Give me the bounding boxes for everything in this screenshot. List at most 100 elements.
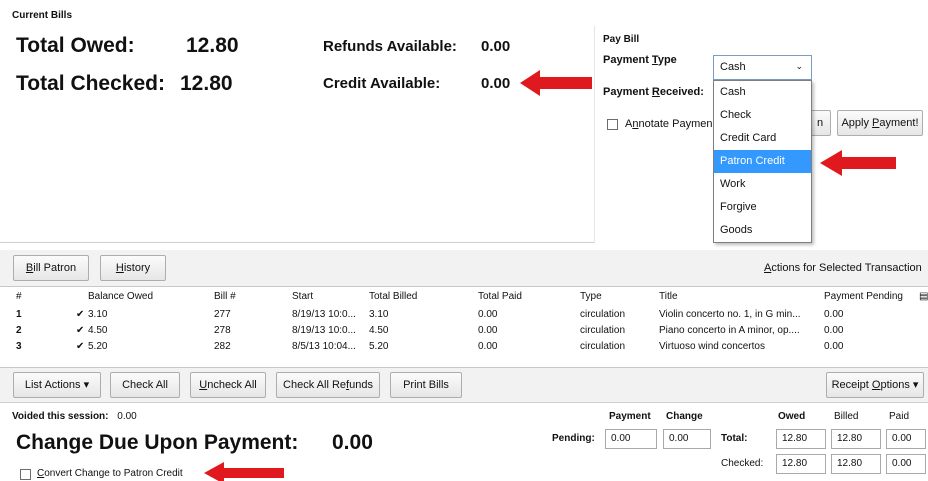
annotate-payment-checkbox[interactable]	[607, 119, 618, 130]
total-billed-cell: 4.50	[369, 325, 389, 336]
payment-received-label: Payment Received:	[603, 86, 704, 98]
balance-owed-cell: 4.50	[88, 325, 108, 336]
change-due-value: 0.00	[332, 431, 373, 454]
total-billed-cell: 3.10	[369, 309, 389, 320]
payment-type-select[interactable]: Cash ⌄	[713, 55, 812, 80]
actions-label: ctions for Selected Transaction	[771, 262, 922, 274]
payment-received-label-mnemonic: R	[651, 86, 660, 98]
option-credit-card[interactable]: Credit Card	[714, 127, 811, 150]
annotate-payment-label[interactable]: Annotate Paymen	[625, 118, 712, 130]
bill-num-cell: 282	[214, 341, 231, 352]
actions-for-selected-transactions[interactable]: Actions for Selected Transaction	[764, 262, 922, 274]
history-button[interactable]: History	[100, 255, 166, 281]
bottom-toolbar: List Actions ▾ Check All Uncheck All Che…	[0, 368, 928, 402]
col-header-title[interactable]: Title	[659, 291, 678, 302]
title-cell: Virtuoso wind concertos	[659, 341, 765, 352]
bill-patron-label: ill Patron	[33, 262, 77, 274]
type-cell: circulation	[580, 309, 626, 320]
apply-payment-button[interactable]: Apply Payment!	[837, 110, 923, 136]
payment-type-label-post: ype	[657, 54, 677, 66]
option-work[interactable]: Work	[714, 173, 811, 196]
paid-header: Paid	[889, 411, 910, 422]
row-num: 3	[16, 341, 22, 352]
option-check[interactable]: Check	[714, 104, 811, 127]
col-header-total-paid[interactable]: Total Paid	[478, 291, 522, 302]
payment-pending-cell: 0.00	[824, 325, 844, 336]
left-arrow-icon	[820, 150, 896, 176]
payment-pending-cell: 0.00	[824, 309, 844, 320]
balance-owed-cell: 5.20	[88, 341, 108, 352]
option-patron-credit[interactable]: Patron Credit	[714, 150, 811, 173]
type-cell: circulation	[580, 341, 626, 352]
uncheck-all-button[interactable]: Uncheck All	[190, 372, 266, 398]
total-checked-label: Total Checked:	[16, 72, 165, 95]
col-header-start[interactable]: Start	[292, 291, 313, 302]
table-row[interactable]: 1 ✔ 3.10 277 8/19/13 10:0... 3.10 0.00 c…	[0, 309, 928, 324]
left-arrow-icon	[520, 70, 592, 96]
table-row[interactable]: 3 ✔ 5.20 282 8/5/13 10:04... 5.20 0.00 c…	[0, 341, 928, 356]
history-mnemonic: H	[115, 262, 124, 274]
grid-header-row: # Balance Owed Bill # Start Total Billed…	[0, 291, 928, 306]
refunds-available-value: 0.00	[481, 38, 511, 55]
receipt-options-pre: Receipt	[831, 379, 872, 391]
total-owed-value: 12.80	[186, 34, 239, 57]
pending-change-field[interactable]: 0.00	[663, 429, 711, 449]
total-owed-label: Total Owed:	[16, 34, 135, 57]
history-label: istory	[123, 262, 151, 274]
title-cell: Violin concerto no. 1, in G min...	[659, 309, 801, 320]
list-actions-label: List Actions	[24, 379, 81, 391]
option-goods[interactable]: Goods	[714, 219, 811, 242]
pay-bill-title: Pay Bill	[603, 34, 640, 45]
payment-type-selected-value: Cash	[720, 61, 746, 73]
col-header-bill-num[interactable]: Bill #	[214, 291, 236, 302]
voided-label: Voided this session:	[12, 411, 109, 422]
list-actions-button[interactable]: List Actions ▾	[13, 372, 101, 398]
bill-num-cell: 277	[214, 309, 231, 320]
print-bills-label: Print Bills	[403, 379, 449, 391]
option-forgive[interactable]: Forgive	[714, 196, 811, 219]
payment-type-dropdown: Cash Check Credit Card Patron Credit Wor…	[713, 80, 812, 243]
col-header-payment-pending[interactable]: Payment Pending	[824, 291, 903, 302]
receipt-options-button[interactable]: Receipt Options ▾	[826, 372, 924, 398]
col-header-type[interactable]: Type	[580, 291, 602, 302]
current-bills-title: Current Bills	[12, 10, 73, 21]
col-header-balance-owed[interactable]: Balance Owed	[88, 291, 153, 302]
bills-grid: # Balance Owed Bill # Start Total Billed…	[0, 286, 928, 368]
apply-label-pre: Apply	[841, 117, 873, 129]
convert-change-checkbox[interactable]	[20, 469, 31, 480]
start-cell: 8/5/13 10:04...	[292, 341, 356, 352]
payment-pending-cell: 0.00	[824, 341, 844, 352]
voided-this-session: Voided this session: 0.00	[12, 411, 137, 422]
owed-header: Owed	[778, 411, 806, 422]
pending-payment-field[interactable]: 0.00	[605, 429, 657, 449]
column-picker-icon[interactable]: ▤	[919, 291, 928, 302]
total-paid-cell: 0.00	[478, 309, 498, 320]
chevron-down-icon: ▾	[912, 379, 919, 391]
bill-patron-button[interactable]: Bill Patron	[13, 255, 89, 281]
checkmark-icon[interactable]: ✔	[76, 341, 84, 352]
col-header-num[interactable]: #	[16, 291, 22, 302]
balance-owed-cell: 3.10	[88, 309, 108, 320]
chevron-down-icon: ⌄	[795, 61, 803, 71]
col-header-total-billed[interactable]: Total Billed	[369, 291, 417, 302]
convert-change-label[interactable]: Convert Change to Patron Credit	[37, 468, 183, 479]
total-owed-field: 12.80	[776, 429, 826, 449]
chevron-down-icon: ▾	[83, 379, 90, 391]
left-arrow-icon	[204, 462, 284, 481]
checked-label: Checked:	[721, 458, 764, 469]
checkmark-icon[interactable]: ✔	[76, 309, 84, 320]
row-num: 1	[16, 309, 22, 320]
bill-num-cell: 278	[214, 325, 231, 336]
checkmark-icon[interactable]: ✔	[76, 325, 84, 336]
total-billed-cell: 5.20	[369, 341, 389, 352]
option-cash[interactable]: Cash	[714, 81, 811, 104]
print-bills-button[interactable]: Print Bills	[390, 372, 462, 398]
total-paid-field: 0.00	[886, 429, 926, 449]
check-all-button[interactable]: Check All	[110, 372, 180, 398]
check-all-refunds-button[interactable]: Check All Refunds	[276, 372, 380, 398]
type-cell: circulation	[580, 325, 626, 336]
checked-owed-field: 12.80	[776, 454, 826, 474]
total-label: Total:	[721, 433, 748, 444]
credit-available-label: Credit Available:	[323, 75, 441, 92]
table-row[interactable]: 2 ✔ 4.50 278 8/19/13 10:0... 4.50 0.00 c…	[0, 325, 928, 340]
